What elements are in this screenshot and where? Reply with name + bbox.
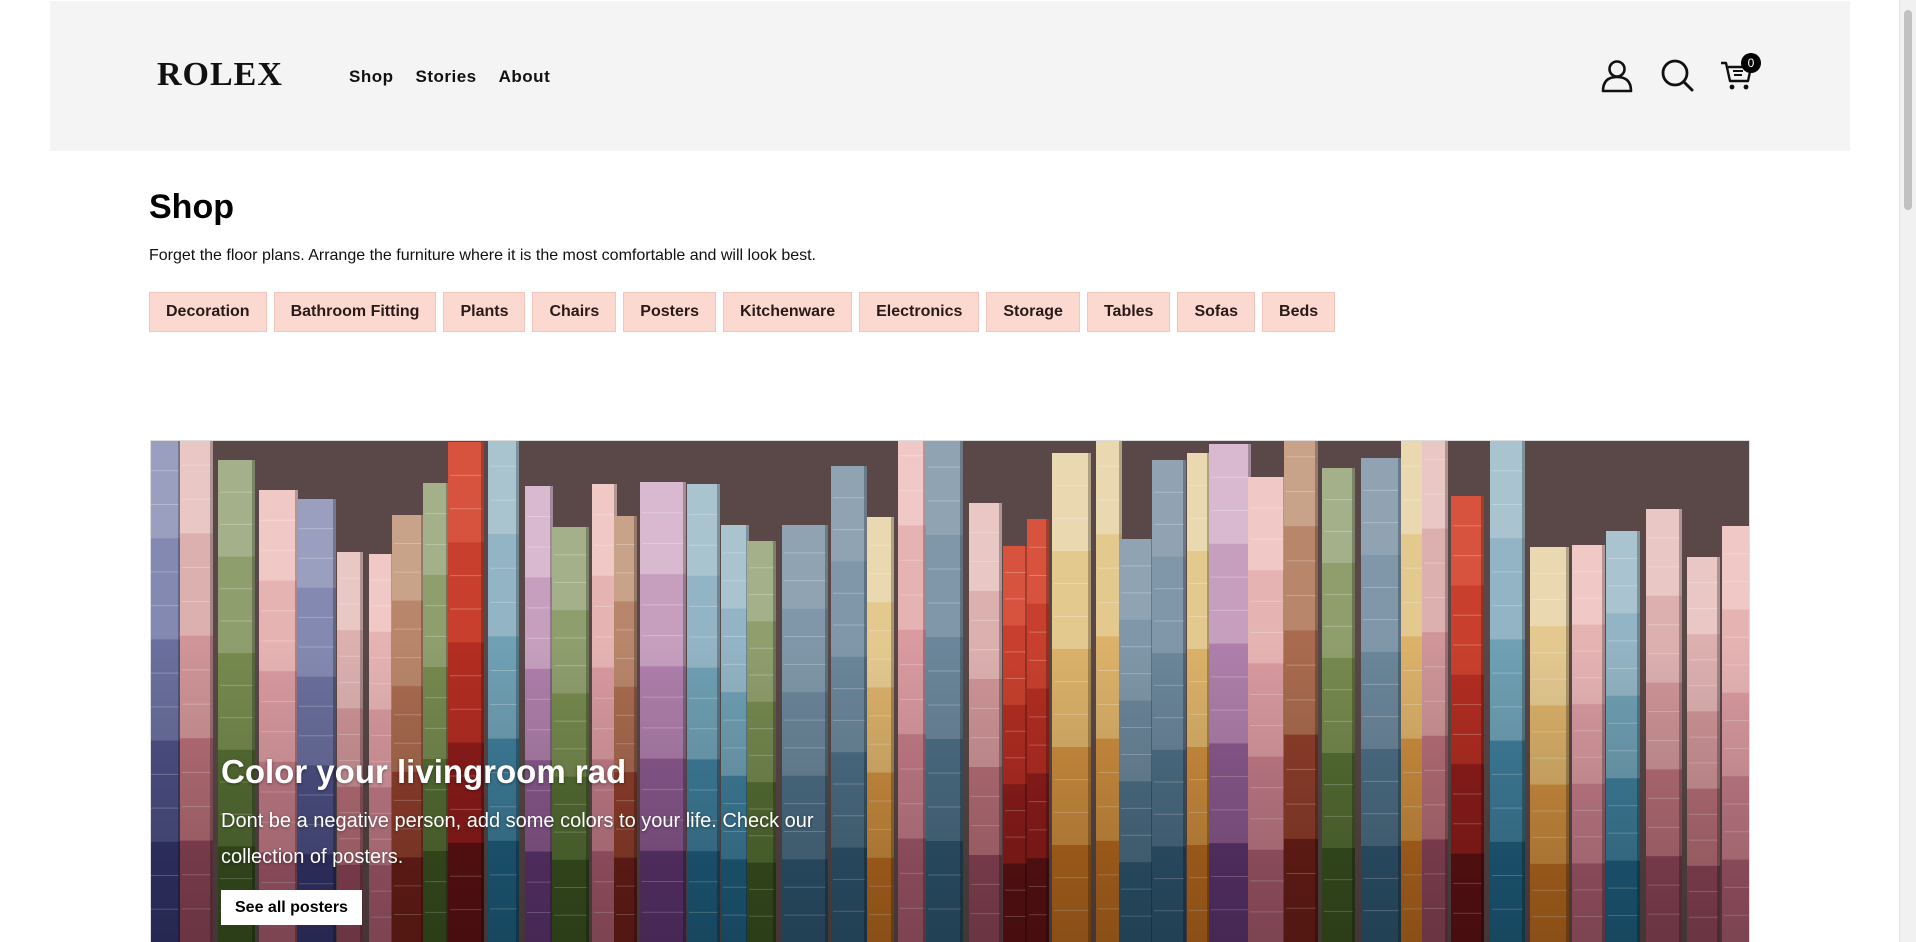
category-sofas[interactable]: Sofas <box>1177 292 1256 332</box>
nav-item-shop[interactable]: Shop <box>349 67 394 87</box>
nav-item-about[interactable]: About <box>499 67 551 87</box>
user-icon[interactable] <box>1599 57 1635 93</box>
category-electronics[interactable]: Electronics <box>859 292 980 332</box>
brand-logo[interactable]: ROLEX <box>157 56 283 94</box>
category-chairs[interactable]: Chairs <box>532 292 617 332</box>
hero-banner: Color your livingroom rad Dont be a nega… <box>150 440 1750 942</box>
category-tables[interactable]: Tables <box>1086 292 1171 332</box>
header-icons: 0 <box>1599 53 1761 93</box>
category-posters[interactable]: Posters <box>623 292 716 332</box>
category-kitchenware[interactable]: Kitchenware <box>722 292 853 332</box>
nav-item-stories[interactable]: Stories <box>416 67 477 87</box>
page-title: Shop <box>149 188 234 226</box>
site-header: ROLEX Shop Stories About 0 <box>50 1 1850 151</box>
hero-title: Color your livingroom rad <box>221 753 627 790</box>
category-bathroom-fitting[interactable]: Bathroom Fitting <box>273 292 437 332</box>
search-icon[interactable] <box>1659 57 1695 93</box>
page: ROLEX Shop Stories About 0 Shop Forget t… <box>0 0 1916 942</box>
scrollbar-thumb[interactable] <box>1904 10 1912 210</box>
category-list: Decoration Bathroom Fitting Plants Chair… <box>149 292 1336 332</box>
page-scrollbar[interactable] <box>1899 0 1916 942</box>
cart-icon[interactable]: 0 <box>1719 53 1761 93</box>
shop-description: Forget the floor plans. Arrange the furn… <box>149 247 816 264</box>
category-plants[interactable]: Plants <box>443 292 526 332</box>
see-all-posters-button[interactable]: See all posters <box>221 890 362 925</box>
category-storage[interactable]: Storage <box>986 292 1080 332</box>
hero-text: Dont be a negative person, add some colo… <box>221 810 814 868</box>
main-nav: Shop Stories About <box>349 67 572 87</box>
category-beds[interactable]: Beds <box>1262 292 1336 332</box>
cart-count-badge: 0 <box>1741 53 1761 73</box>
category-decoration[interactable]: Decoration <box>149 292 267 332</box>
